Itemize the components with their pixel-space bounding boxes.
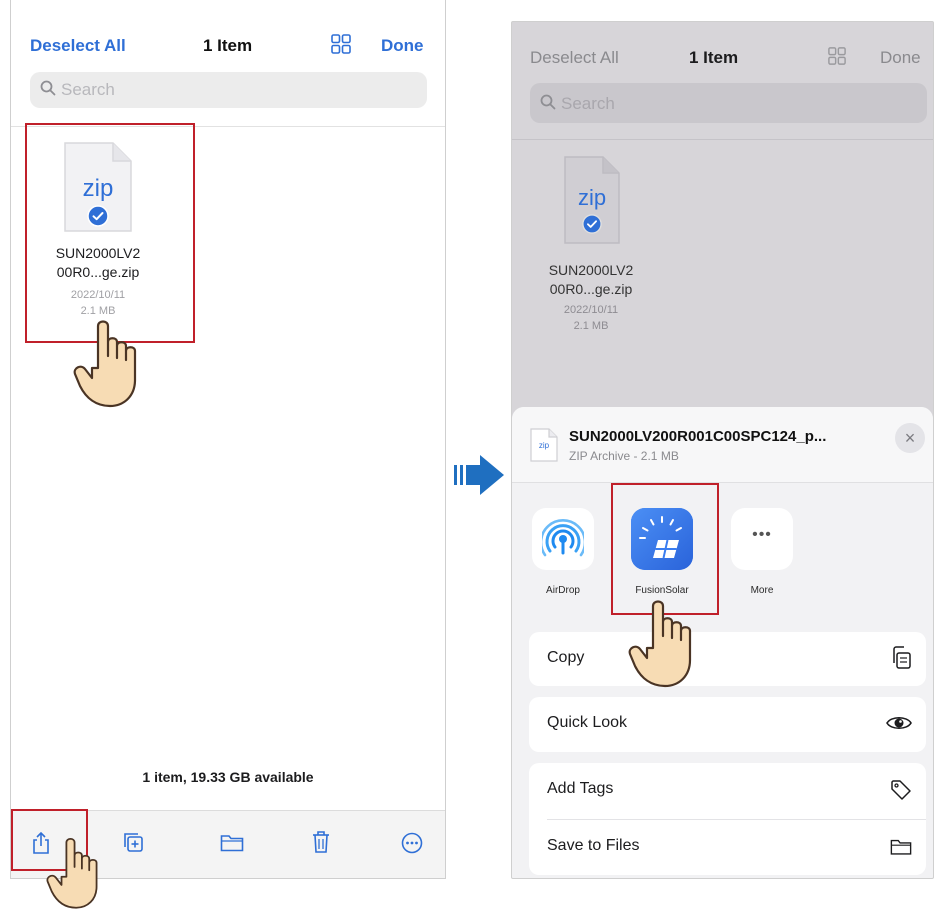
zip-thumbnail-icon: zip [530, 428, 558, 462]
share-file-subtitle: ZIP Archive - 2.1 MB [569, 449, 679, 463]
done-button[interactable]: Done [381, 36, 424, 56]
tags-files-group: Add Tags Save to Files [529, 763, 926, 875]
tag-icon [890, 779, 912, 806]
file-name-line2: 00R0...ge.zip [549, 281, 633, 297]
save-to-files-action[interactable]: Save to Files [529, 820, 926, 875]
search-icon [540, 94, 556, 115]
grid-view-icon [828, 47, 846, 65]
folder-icon [890, 838, 912, 861]
selection-count-title: 1 Item [689, 48, 739, 67]
close-icon: × [904, 428, 916, 448]
pointing-hand-icon [72, 318, 150, 415]
airdrop-label: AirDrop [546, 585, 580, 596]
zip-badge-label: zip [538, 441, 550, 450]
checkmark-icon [582, 214, 602, 234]
highlight-box-fusionsolar [611, 483, 719, 615]
next-step-arrow-icon [452, 453, 508, 502]
search-input[interactable]: Search [30, 72, 427, 108]
quick-look-action[interactable]: Quick Look [529, 697, 926, 752]
divider [512, 139, 933, 140]
zip-label: zip [577, 185, 607, 210]
more-label: More [750, 585, 774, 596]
more-dots-icon: ••• [752, 526, 772, 543]
save-to-files-label: Save to Files [547, 837, 640, 854]
search-placeholder: Search [561, 94, 615, 113]
pointing-hand-icon [44, 836, 110, 916]
search-placeholder: Search [61, 80, 115, 99]
folder-icon[interactable] [220, 834, 244, 857]
share-sheet: zip SUN2000LV200R001C00SPC124_p... ZIP A… [512, 407, 933, 878]
selection-count-title: 1 Item [203, 36, 253, 55]
pointing-hand-icon [627, 598, 705, 695]
duplicate-icon[interactable] [122, 831, 144, 858]
eye-icon [886, 714, 912, 737]
airdrop-app[interactable] [532, 508, 594, 570]
share-file-title: SUN2000LV200R001C00SPC124_p... [569, 428, 827, 445]
trash-icon[interactable] [312, 830, 330, 859]
copy-action[interactable]: Copy [529, 632, 926, 686]
file-date: 2022/10/11 [563, 304, 619, 316]
search-input: Search [530, 83, 927, 123]
add-tags-label: Add Tags [547, 780, 614, 797]
deselect-all-button[interactable]: Deselect All [30, 36, 126, 56]
zip-file-icon: zip [563, 155, 621, 245]
airdrop-icon [539, 518, 587, 565]
share-sheet-header: zip SUN2000LV200R001C00SPC124_p... ZIP A… [512, 407, 933, 483]
copy-icon [890, 646, 912, 675]
copy-label: Copy [547, 649, 585, 666]
search-icon [40, 80, 56, 101]
files-screen-selected: Deselect All 1 Item Done Search zip SUN2… [10, 0, 446, 879]
file-name-line1: SUN2000LV2 [548, 262, 634, 278]
deselect-all-button: Deselect All [530, 48, 619, 67]
share-sheet-screen: Deselect All 1 Item Done Search zip SUN2… [511, 21, 934, 879]
more-icon[interactable] [401, 832, 423, 859]
more-apps[interactable]: ••• [731, 508, 793, 570]
done-button: Done [880, 48, 921, 67]
close-button[interactable]: × [895, 423, 925, 453]
grid-view-icon[interactable] [331, 34, 351, 54]
file-size: 2.1 MB [573, 320, 609, 332]
quick-look-label: Quick Look [547, 714, 628, 731]
highlight-box-file [25, 123, 195, 343]
add-tags-action[interactable]: Add Tags [529, 763, 926, 819]
storage-status: 1 item, 19.33 GB available [142, 769, 314, 785]
